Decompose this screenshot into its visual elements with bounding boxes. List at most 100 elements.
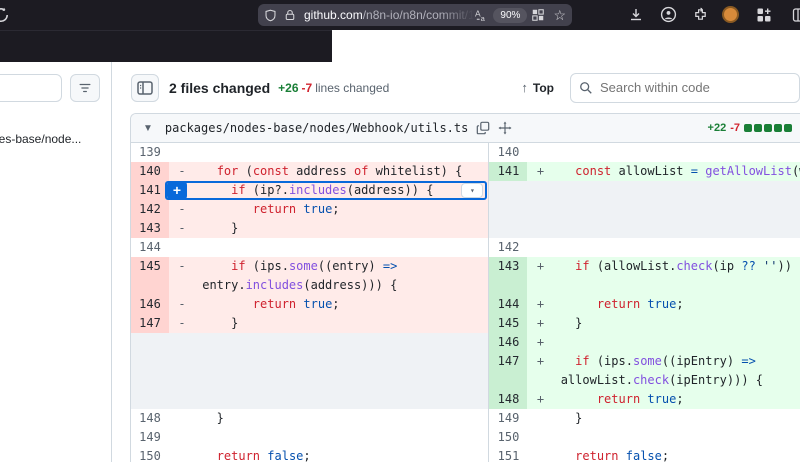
line-number[interactable]: 145 xyxy=(489,314,527,333)
line-number[interactable]: 149 xyxy=(131,428,169,447)
line-code: return true; xyxy=(553,390,800,409)
diff-row-old-141: 141- if (ip?.includes(address)) {+▾ xyxy=(131,181,488,200)
line-code: if (allowList.check(ip ?? '')) { xyxy=(553,257,800,295)
arrow-up-icon: ↑ xyxy=(521,80,528,95)
line-code: return false; xyxy=(195,447,488,462)
line-number[interactable]: 147 xyxy=(489,352,527,390)
line-number[interactable]: 142 xyxy=(489,238,527,257)
line-number[interactable]: 142 xyxy=(131,200,169,219)
reload-icon[interactable] xyxy=(0,6,10,24)
file-tree-sidebar: les-base/node... xyxy=(0,62,112,462)
line-code: if (ips.some((ipEntry) => allowList.chec… xyxy=(553,352,800,390)
line-marker xyxy=(169,428,195,447)
line-code xyxy=(195,143,488,162)
line-code xyxy=(553,428,800,447)
download-icon[interactable] xyxy=(628,7,644,23)
line-number[interactable]: 147 xyxy=(131,314,169,333)
tree-item-file[interactable]: les-base/node... xyxy=(0,132,81,146)
line-number[interactable]: 146 xyxy=(131,295,169,314)
file-path: packages/nodes-base/nodes/Webhook/utils.… xyxy=(165,121,468,135)
line-marker: - xyxy=(169,295,195,314)
copy-path-button[interactable] xyxy=(476,121,490,135)
sidebar-icon[interactable] xyxy=(792,7,800,23)
diff-row-new-140: 140 xyxy=(489,143,800,162)
line-marker: + xyxy=(527,162,553,181)
line-marker xyxy=(169,238,195,257)
chevron-down-icon[interactable]: ▼ xyxy=(139,123,157,134)
line-number[interactable]: 149 xyxy=(489,409,527,428)
diff-row-new-149: 149 } xyxy=(489,409,800,428)
orange-extension-icon[interactable] xyxy=(722,6,739,23)
line-number[interactable]: 148 xyxy=(489,390,527,409)
lock-icon[interactable] xyxy=(284,9,296,21)
github-page: les-base/node... 2 files changed +26 -7 … xyxy=(0,62,800,462)
url-bar[interactable]: github.com/n8n-io/n8n/commit/11f8597d4ad… xyxy=(258,4,572,26)
line-menu-caret-button[interactable]: ▾ xyxy=(461,183,483,198)
shield-icon[interactable] xyxy=(264,9,277,22)
line-number[interactable]: 139 xyxy=(131,143,169,162)
account-icon[interactable] xyxy=(660,6,677,23)
line-number[interactable]: 148 xyxy=(131,409,169,428)
lines-changed-label: lines changed xyxy=(315,81,389,95)
svg-text:a: a xyxy=(481,14,486,23)
line-code xyxy=(553,333,800,352)
line-number[interactable]: 140 xyxy=(489,143,527,162)
line-number[interactable]: 151 xyxy=(489,447,527,462)
grid-icon[interactable] xyxy=(531,8,545,22)
line-number[interactable]: 143 xyxy=(489,257,527,295)
line-code: return true; xyxy=(195,295,488,314)
diff-row-old-146: 146- return true; xyxy=(131,295,488,314)
drag-handle-icon[interactable] xyxy=(498,121,512,135)
line-code: } xyxy=(195,219,488,238)
line-number[interactable]: 145 xyxy=(131,257,169,295)
diff-blocks xyxy=(742,124,792,132)
diff-row-new-150: 150 xyxy=(489,428,800,447)
line-number[interactable]: 144 xyxy=(489,295,527,314)
line-marker: + xyxy=(527,295,553,314)
line-marker xyxy=(169,143,195,162)
line-code xyxy=(553,143,800,162)
line-number[interactable]: 143 xyxy=(131,219,169,238)
diff-row-new-142: 142 xyxy=(489,238,800,257)
diff-row-old-144: 144 xyxy=(131,238,488,257)
diff-row-old-150: 150 return false; xyxy=(131,447,488,462)
line-number[interactable]: 140 xyxy=(131,162,169,181)
diff-row-old-149: 149 xyxy=(131,428,488,447)
line-number[interactable]: 144 xyxy=(131,238,169,257)
line-code: return true; xyxy=(195,200,488,219)
line-number[interactable]: 150 xyxy=(131,447,169,462)
diff-row-new-147: 147+ if (ips.some((ipEntry) => allowList… xyxy=(489,352,800,390)
star-icon[interactable]: ☆ xyxy=(553,7,566,24)
file-filter-input[interactable] xyxy=(0,74,62,102)
diff-block xyxy=(764,124,772,132)
filter-button[interactable] xyxy=(70,74,100,102)
line-marker xyxy=(527,428,553,447)
diff-block xyxy=(774,124,782,132)
toggle-file-tree-button[interactable] xyxy=(131,74,159,102)
url-text: github.com/n8n-io/n8n/commit/11f8597d4ad… xyxy=(304,8,474,22)
search-within-code-box[interactable] xyxy=(570,73,800,103)
search-input[interactable] xyxy=(600,80,780,95)
line-number[interactable]: 141 xyxy=(489,162,527,181)
back-to-top-link[interactable]: ↑ Top xyxy=(521,80,554,95)
zoom-level-badge[interactable]: 90% xyxy=(493,8,527,23)
file-diff-container: ▼ packages/nodes-base/nodes/Webhook/util… xyxy=(130,113,800,462)
line-code: const allowList = getAllowList(whitelis xyxy=(553,162,800,181)
diff-pane-new: 140141+ const allowList = getAllowList(w… xyxy=(488,143,800,462)
diff-row-new-145: 145+ } xyxy=(489,314,800,333)
lines-changed-stat: +26 -7 lines changed xyxy=(278,81,389,95)
line-number[interactable]: 141 xyxy=(131,181,169,200)
extensions-grid-icon[interactable] xyxy=(756,7,772,23)
diff-block xyxy=(754,124,762,132)
translate-icon[interactable]: Aa xyxy=(474,8,489,23)
search-icon xyxy=(579,81,593,95)
line-marker xyxy=(527,143,553,162)
diff-filler-row xyxy=(489,181,800,238)
line-number[interactable]: 150 xyxy=(489,428,527,447)
line-number[interactable]: 146 xyxy=(489,333,527,352)
extension-icon[interactable] xyxy=(693,7,708,22)
line-code xyxy=(195,238,488,257)
add-comment-button[interactable]: + xyxy=(167,181,187,200)
diff-row-old-143: 143- } xyxy=(131,219,488,238)
line-marker: + xyxy=(527,333,553,352)
